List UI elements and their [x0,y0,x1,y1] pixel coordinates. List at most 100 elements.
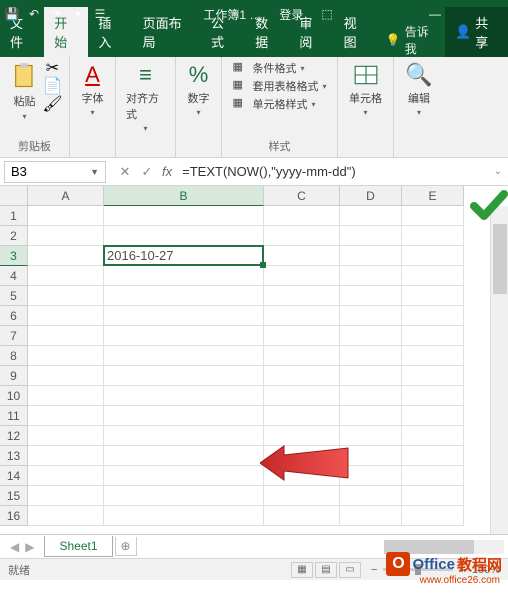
cell-C11[interactable] [264,406,340,426]
select-all-corner[interactable] [0,186,28,206]
cell-B15[interactable] [104,486,264,506]
cell-D10[interactable] [340,386,402,406]
cell-D6[interactable] [340,306,402,326]
cell-E11[interactable] [402,406,464,426]
cell-E13[interactable] [402,446,464,466]
cell-B14[interactable] [104,466,264,486]
zoom-out-icon[interactable]: − [371,564,377,576]
cell-B2[interactable] [104,226,264,246]
cell-D8[interactable] [340,346,402,366]
cell-A6[interactable] [28,306,104,326]
cell-A15[interactable] [28,486,104,506]
cell-C1[interactable] [264,206,340,226]
cell-A4[interactable] [28,266,104,286]
row-header-15[interactable]: 15 [0,486,28,506]
row-header-5[interactable]: 5 [0,286,28,306]
redo-icon[interactable]: ↷ [48,7,64,21]
row-header-9[interactable]: 9 [0,366,28,386]
cell-B3[interactable]: 2016-10-27 [104,246,264,266]
col-header-D[interactable]: D [340,186,402,206]
cell-C6[interactable] [264,306,340,326]
tab-page-layout[interactable]: 页面布局 [133,7,201,57]
col-header-E[interactable]: E [402,186,464,206]
number-button[interactable]: %数字▾ [184,60,214,119]
editing-button[interactable]: 🔍编辑▾ [401,60,436,119]
col-header-A[interactable]: A [28,186,104,206]
cell-B11[interactable] [104,406,264,426]
cells-button[interactable]: 单元格▾ [345,60,386,119]
enter-formula-icon[interactable]: ✓ [140,164,154,180]
sheet-nav-prev-icon[interactable]: ◀ [10,540,19,554]
cell-E4[interactable] [402,266,464,286]
cell-D11[interactable] [340,406,402,426]
paste-button[interactable]: 粘贴▾ [9,60,41,123]
cell-A5[interactable] [28,286,104,306]
row-header-4[interactable]: 4 [0,266,28,286]
cell-E12[interactable] [402,426,464,446]
cell-E10[interactable] [402,386,464,406]
cell-D7[interactable] [340,326,402,346]
cell-A14[interactable] [28,466,104,486]
cell-D5[interactable] [340,286,402,306]
cell-C10[interactable] [264,386,340,406]
cell-C15[interactable] [264,486,340,506]
worksheet-grid[interactable]: ABCDE 12345678910111213141516 2016-10-27 [0,186,508,534]
cell-E5[interactable] [402,286,464,306]
cell-styles-button[interactable]: ▦单元格样式▾ [232,96,326,112]
cell-A3[interactable] [28,246,104,266]
cell-B8[interactable] [104,346,264,366]
cell-D2[interactable] [340,226,402,246]
cell-D9[interactable] [340,366,402,386]
conditional-format-button[interactable]: ▦条件格式▾ [232,60,326,76]
cell-B1[interactable] [104,206,264,226]
cell-A16[interactable] [28,506,104,526]
cell-C8[interactable] [264,346,340,366]
expand-formula-icon[interactable]: ⌄ [488,166,508,177]
row-header-2[interactable]: 2 [0,226,28,246]
cell-B6[interactable] [104,306,264,326]
touch-mode-icon[interactable]: ☰ [92,7,108,21]
cell-B10[interactable] [104,386,264,406]
share-button[interactable]: 👤共享 [445,7,508,57]
login-link[interactable]: 登录 [279,6,303,23]
fx-icon[interactable]: fx [162,164,178,179]
cell-E2[interactable] [402,226,464,246]
cell-C3[interactable] [264,246,340,266]
cut-icon[interactable]: ✂ [45,60,61,76]
cell-B9[interactable] [104,366,264,386]
row-header-13[interactable]: 13 [0,446,28,466]
cell-D1[interactable] [340,206,402,226]
cell-E16[interactable] [402,506,464,526]
cell-B13[interactable] [104,446,264,466]
cell-C9[interactable] [264,366,340,386]
name-box[interactable]: B3 ▼ [4,161,106,183]
cell-C5[interactable] [264,286,340,306]
cell-E1[interactable] [402,206,464,226]
cell-A7[interactable] [28,326,104,346]
cell-B7[interactable] [104,326,264,346]
row-header-14[interactable]: 14 [0,466,28,486]
cell-A9[interactable] [28,366,104,386]
cell-D4[interactable] [340,266,402,286]
namebox-dropdown-icon[interactable]: ▼ [90,167,99,177]
alignment-button[interactable]: ≡对齐方式▾ [122,60,169,135]
cell-B12[interactable] [104,426,264,446]
view-normal-icon[interactable]: ▦ [291,562,313,578]
cell-A10[interactable] [28,386,104,406]
cell-C2[interactable] [264,226,340,246]
cell-B16[interactable] [104,506,264,526]
row-header-11[interactable]: 11 [0,406,28,426]
row-header-16[interactable]: 16 [0,506,28,526]
sheet-nav-next-icon[interactable]: ▶ [25,540,34,554]
col-header-B[interactable]: B [104,186,264,206]
tab-view[interactable]: 视图 [334,7,378,57]
cell-A2[interactable] [28,226,104,246]
cell-A11[interactable] [28,406,104,426]
save-icon[interactable]: 💾 [4,7,20,21]
cell-A12[interactable] [28,426,104,446]
format-table-button[interactable]: ▦套用表格格式▾ [232,78,326,94]
tell-me[interactable]: 💡告诉我 [378,23,445,57]
formula-input[interactable] [178,162,487,181]
undo-icon[interactable]: ↶ [26,7,42,21]
vertical-scrollbar[interactable] [490,206,508,534]
